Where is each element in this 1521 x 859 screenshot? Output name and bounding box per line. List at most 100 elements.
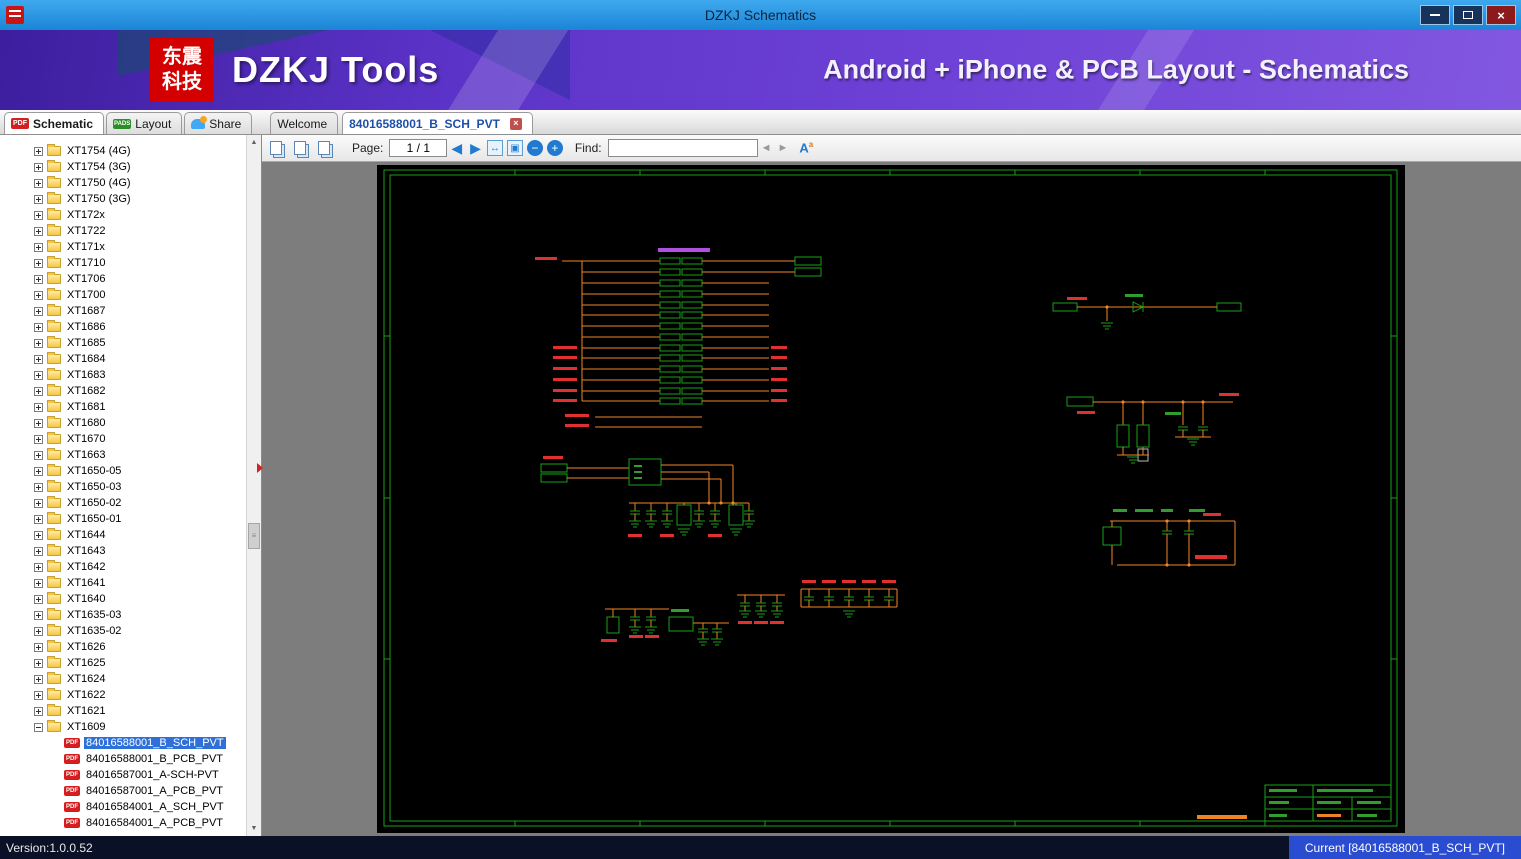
next-page-icon[interactable]: ▶ xyxy=(470,141,481,155)
tree-item[interactable]: XT1682 xyxy=(0,383,246,399)
tree-item[interactable]: XT1643 xyxy=(0,543,246,559)
expand-icon[interactable] xyxy=(34,594,43,604)
fit-page-icon[interactable]: ▣ xyxy=(506,140,523,156)
tree-item[interactable]: XT1710 xyxy=(0,255,246,271)
tree-item-label[interactable]: XT1640 xyxy=(65,593,108,605)
expand-icon[interactable] xyxy=(34,498,43,508)
close-tab-icon[interactable]: × xyxy=(509,117,522,130)
tree-item[interactable]: XT1750 (4G) xyxy=(0,175,246,191)
tree-item[interactable]: XT1641 xyxy=(0,575,246,591)
tree-item[interactable]: XT1686 xyxy=(0,319,246,335)
tree-item[interactable]: XT1650-03 xyxy=(0,479,246,495)
tree-item-label[interactable]: XT1750 (4G) xyxy=(65,177,133,189)
tree-item[interactable]: XT1621 xyxy=(0,703,246,719)
tree-item[interactable]: PDF 84016587001_A_PCB_PVT xyxy=(0,783,246,799)
expand-icon[interactable] xyxy=(34,242,43,252)
expand-icon[interactable] xyxy=(34,626,43,636)
tree-item-label[interactable]: XT1754 (3G) xyxy=(65,161,133,173)
find-input[interactable] xyxy=(607,139,758,157)
tree-item-label[interactable]: XT1624 xyxy=(65,673,108,685)
find-next-icon[interactable]: ► xyxy=(778,142,789,154)
tree-item-label[interactable]: XT1641 xyxy=(65,577,108,589)
tree-item[interactable]: XT1754 (4G) xyxy=(0,143,246,159)
tree-item-label[interactable]: XT171x xyxy=(65,241,107,253)
tree-item[interactable]: XT1663 xyxy=(0,447,246,463)
schematic-viewer[interactable]: .w{stroke:#f08424;stroke-width:1;fill:no… xyxy=(262,162,1521,836)
expand-icon[interactable] xyxy=(34,482,43,492)
tree-item-label[interactable]: XT1622 xyxy=(65,689,108,701)
expand-icon[interactable] xyxy=(34,690,43,700)
snapshot-icon[interactable] xyxy=(318,141,330,155)
tree-item[interactable]: PDF 84016584001_A_SCH_PVT xyxy=(0,799,246,815)
expand-icon[interactable] xyxy=(34,562,43,572)
page-input[interactable] xyxy=(389,139,448,157)
scroll-up-icon[interactable]: ▲ xyxy=(247,135,261,150)
expand-icon[interactable] xyxy=(34,386,43,396)
scroll-down-icon[interactable]: ▼ xyxy=(247,821,261,836)
tree-item-label[interactable]: XT1635-03 xyxy=(65,609,123,621)
duplicate-page-icon[interactable] xyxy=(294,141,306,155)
doc-tab-welcome[interactable]: Welcome xyxy=(270,112,339,134)
expand-icon[interactable] xyxy=(34,514,43,524)
tree-item[interactable]: XT1650-01 xyxy=(0,511,246,527)
expand-icon[interactable] xyxy=(34,466,43,476)
expand-icon[interactable] xyxy=(34,658,43,668)
previous-page-icon[interactable]: ◀ xyxy=(451,141,462,155)
close-button[interactable]: × xyxy=(1486,5,1516,25)
zoom-in-icon[interactable]: + xyxy=(546,140,563,156)
tree-item[interactable]: XT1722 xyxy=(0,223,246,239)
expand-icon[interactable] xyxy=(34,610,43,620)
tree-item-label[interactable]: XT1686 xyxy=(65,321,108,333)
tree-item-label[interactable]: XT1680 xyxy=(65,417,108,429)
tree-item-label[interactable]: XT1621 xyxy=(65,705,108,717)
expand-icon[interactable] xyxy=(34,226,43,236)
expand-icon[interactable] xyxy=(34,530,43,540)
tree-item-label[interactable]: XT1750 (3G) xyxy=(65,193,133,205)
find-previous-icon[interactable]: ◄ xyxy=(761,142,772,154)
tree-item-label[interactable]: XT1642 xyxy=(65,561,108,573)
tree-item[interactable]: XT1700 xyxy=(0,287,246,303)
zoom-out-icon[interactable]: − xyxy=(526,140,543,156)
tree-item-label[interactable]: XT1683 xyxy=(65,369,108,381)
tree-item-label[interactable]: XT1650-01 xyxy=(65,513,123,525)
tree-item-label[interactable]: XT172x xyxy=(65,209,107,221)
tree-item[interactable]: XT1685 xyxy=(0,335,246,351)
tree-item-label[interactable]: XT1700 xyxy=(65,289,108,301)
tree-item[interactable]: XT172x xyxy=(0,207,246,223)
tree-item-label[interactable]: XT1626 xyxy=(65,641,108,653)
expand-icon[interactable] xyxy=(34,354,43,364)
tree-item[interactable]: XT1644 xyxy=(0,527,246,543)
tree-item[interactable]: XT1687 xyxy=(0,303,246,319)
tree-item-label[interactable]: XT1710 xyxy=(65,257,108,269)
tree-item[interactable]: XT1683 xyxy=(0,367,246,383)
tree-item-label[interactable]: 84016588001_B_SCH_PVT xyxy=(84,737,226,749)
expand-icon[interactable] xyxy=(34,402,43,412)
tab-layout[interactable]: PADS Layout xyxy=(106,112,183,134)
tree-scrollbar[interactable]: ▲ ≡ ▼ xyxy=(246,135,261,836)
tree-item-label[interactable]: XT1722 xyxy=(65,225,108,237)
maximize-button[interactable] xyxy=(1453,5,1483,25)
tree-item[interactable]: XT1609 xyxy=(0,719,246,735)
tree-item[interactable]: XT1622 xyxy=(0,687,246,703)
tab-share[interactable]: Share xyxy=(184,112,253,134)
tree-item-label[interactable]: 84016588001_B_PCB_PVT xyxy=(84,753,225,765)
tree-item[interactable]: XT1750 (3G) xyxy=(0,191,246,207)
expand-icon[interactable] xyxy=(34,370,43,380)
tree-item-label[interactable]: XT1625 xyxy=(65,657,108,669)
expand-icon[interactable] xyxy=(34,338,43,348)
tree-item-label[interactable]: XT1609 xyxy=(65,721,108,733)
tree-item[interactable]: PDF 84016587001_A-SCH-PVT xyxy=(0,767,246,783)
tree-item-label[interactable]: XT1706 xyxy=(65,273,108,285)
tree-item[interactable]: PDF 84016588001_B_SCH_PVT xyxy=(0,735,246,751)
scrollbar-thumb[interactable]: ≡ xyxy=(248,523,260,549)
expand-icon[interactable] xyxy=(34,306,43,316)
expand-icon[interactable] xyxy=(34,418,43,428)
tree-item-label[interactable]: 84016584001_A_SCH_PVT xyxy=(84,801,226,813)
expand-icon[interactable] xyxy=(34,162,43,172)
tree-item[interactable]: XT1626 xyxy=(0,639,246,655)
tree-item-label[interactable]: XT1650-03 xyxy=(65,481,123,493)
tree-item-label[interactable]: XT1635-02 xyxy=(65,625,123,637)
tree-item-label[interactable]: XT1650-05 xyxy=(65,465,123,477)
tree-item[interactable]: XT1650-05 xyxy=(0,463,246,479)
minimize-button[interactable] xyxy=(1420,5,1450,25)
